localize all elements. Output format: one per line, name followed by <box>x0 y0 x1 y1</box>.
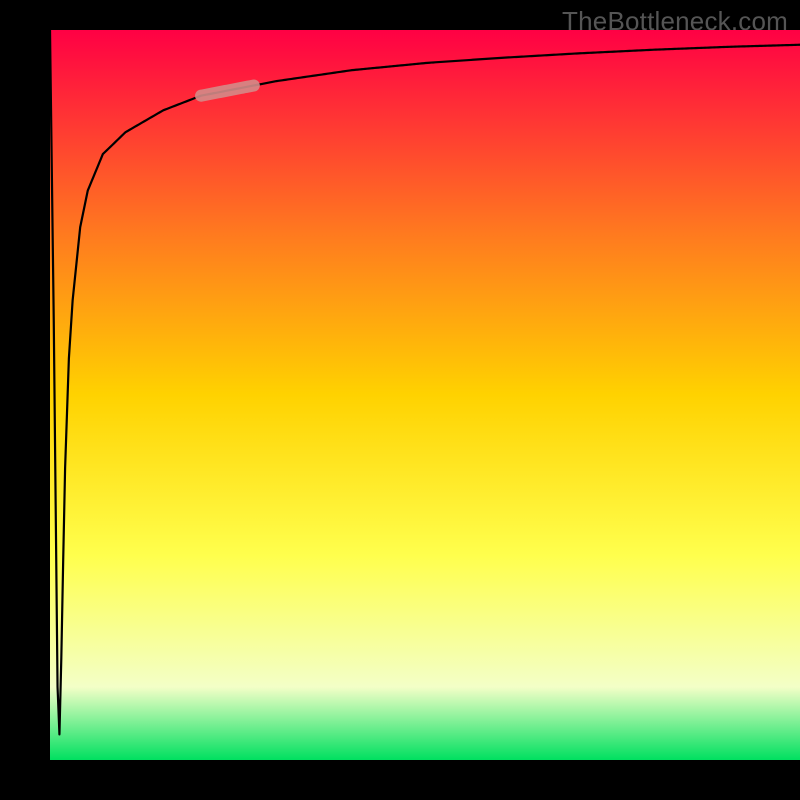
plot-area <box>50 30 800 760</box>
gradient-background <box>50 30 800 760</box>
chart-svg <box>50 30 800 760</box>
chart-frame: TheBottleneck.com <box>0 0 800 800</box>
